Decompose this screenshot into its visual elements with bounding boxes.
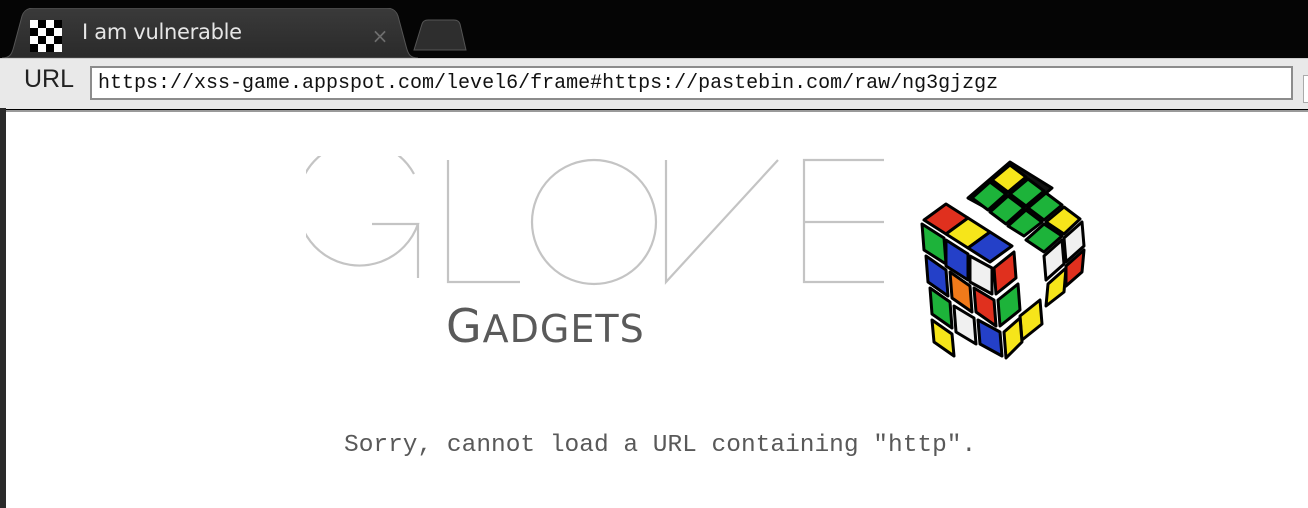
checker-favicon-icon xyxy=(30,20,62,52)
url-label: URL xyxy=(24,65,75,93)
glove-gadgets-logo: GADGETS xyxy=(306,156,884,353)
page-content: GADGETS Sorry, cannot load a URL contain… xyxy=(6,110,1308,508)
browser-window: I am vulnerable × URL https://xss-game.a… xyxy=(0,0,1308,508)
tab-strip: I am vulnerable × xyxy=(0,0,1308,58)
tab-title: I am vulnerable xyxy=(82,20,242,44)
tab-close-icon[interactable]: × xyxy=(370,26,390,46)
error-message: Sorry, cannot load a URL containing "htt… xyxy=(344,432,977,459)
url-input[interactable] xyxy=(90,66,1293,100)
rubiks-cube-icon xyxy=(920,160,1086,360)
toolbar-button-edge[interactable] xyxy=(1303,75,1308,103)
logo-title-glyphs xyxy=(306,156,884,286)
new-tab-button[interactable] xyxy=(410,18,470,52)
logo-subtitle: GADGETS xyxy=(446,299,645,353)
browser-tab[interactable]: I am vulnerable × xyxy=(0,8,420,58)
address-toolbar: URL xyxy=(0,58,1308,109)
